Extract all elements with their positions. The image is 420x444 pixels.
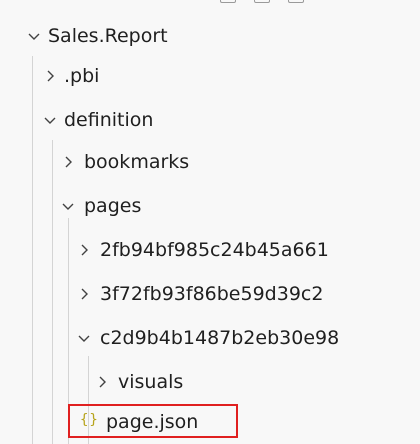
tree-row-label: Sales.Report <box>48 25 168 47</box>
chevron-right-icon[interactable] <box>76 242 92 258</box>
tree-row-label: pages <box>84 195 142 217</box>
chevron-right-icon[interactable] <box>94 374 110 390</box>
toolbar-icon[interactable] <box>220 0 236 3</box>
tree-row-pbi[interactable]: .pbi <box>0 56 420 96</box>
toolbar-icon[interactable] <box>254 0 270 3</box>
tree-row-page[interactable]: c2d9b4b1487b2eb30e98 <box>0 318 420 358</box>
chevron-down-icon[interactable] <box>42 112 58 128</box>
chevron-right-icon[interactable] <box>76 286 92 302</box>
chevron-down-icon[interactable] <box>60 198 76 214</box>
tree-row-label: visuals <box>118 371 184 393</box>
tree-row-bookmarks[interactable]: bookmarks <box>0 142 420 182</box>
tree-row-label: page.json <box>106 411 199 433</box>
tree-row-label: bookmarks <box>84 151 190 173</box>
chevron-down-icon[interactable] <box>76 330 92 346</box>
json-braces-icon: {} <box>80 412 99 428</box>
tree-row-definition[interactable]: definition <box>0 100 420 140</box>
tree-row-page[interactable]: 2fb94bf985c24b45a661 <box>0 230 420 270</box>
toolbar-clipped <box>220 0 304 4</box>
toolbar-icon[interactable] <box>288 0 304 3</box>
tree-row-root[interactable]: Sales.Report <box>0 16 420 56</box>
tree-row-pages[interactable]: pages <box>0 186 420 226</box>
tree-row-label: 3f72fb93f86be59d39c2 <box>100 283 324 305</box>
chevron-right-icon[interactable] <box>42 68 58 84</box>
tree-row-visuals[interactable]: visuals <box>0 362 420 402</box>
chevron-right-icon[interactable] <box>60 154 76 170</box>
tree-row-page[interactable]: 3f72fb93f86be59d39c2 <box>0 274 420 314</box>
file-explorer-tree: Sales.Report .pbi definition bookmarks p… <box>0 0 420 444</box>
tree-row-label: 2fb94bf985c24b45a661 <box>100 239 329 261</box>
tree-row-file[interactable]: {} page.json <box>0 402 420 442</box>
tree-row-label: definition <box>64 109 154 131</box>
chevron-down-icon[interactable] <box>26 28 42 44</box>
tree-row-label: c2d9b4b1487b2eb30e98 <box>100 327 340 349</box>
tree-row-label: .pbi <box>64 65 100 87</box>
